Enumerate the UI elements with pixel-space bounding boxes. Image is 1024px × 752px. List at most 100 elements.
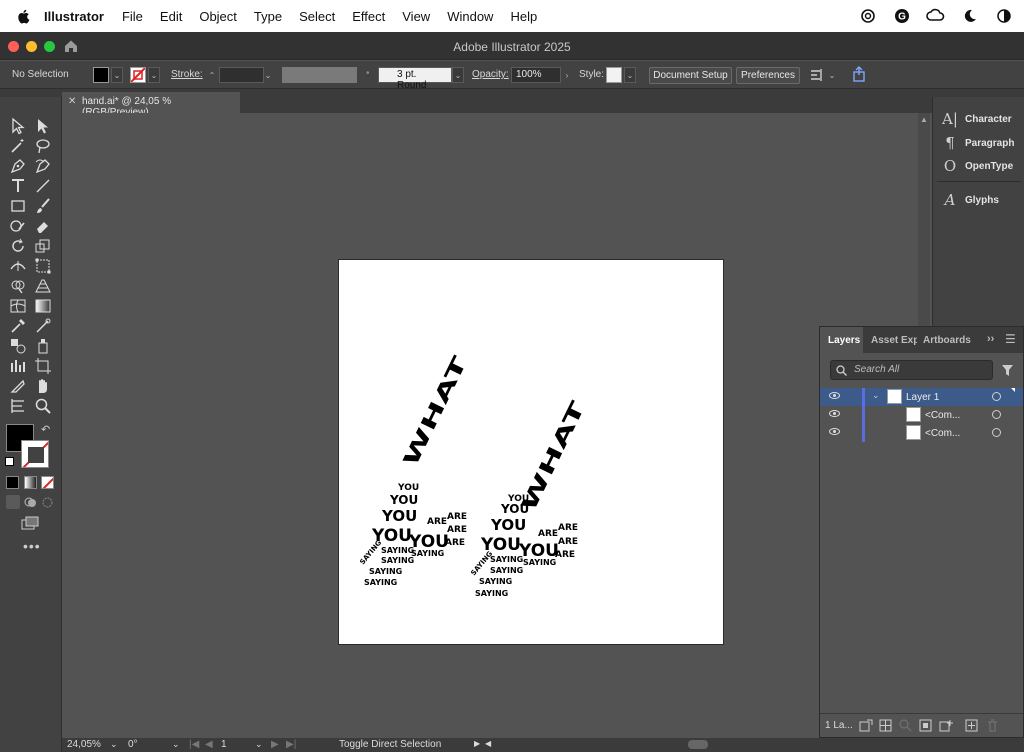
menu-view[interactable]: View <box>402 9 430 24</box>
visibility-eye-icon[interactable] <box>829 392 840 399</box>
last-artboard-icon[interactable]: ▶| <box>286 739 296 750</box>
panel-menu-icon[interactable]: ☰ <box>1005 332 1016 346</box>
layer-name[interactable]: Layer 1 <box>906 392 939 403</box>
stroke-weight-stepper[interactable]: ⌃ <box>206 67 218 83</box>
line-segment-tool-icon[interactable] <box>34 177 52 195</box>
filter-icon[interactable] <box>1001 364 1014 377</box>
brush-definition[interactable]: 3 pt. Round <box>378 67 452 91</box>
lasso-tool-icon[interactable] <box>34 137 52 155</box>
make-clipping-mask-icon[interactable] <box>919 719 932 732</box>
default-colors-icon[interactable] <box>5 457 14 466</box>
menu-file[interactable]: File <box>122 9 143 24</box>
selection-tool-icon[interactable] <box>9 117 27 135</box>
draw-normal-icon[interactable] <box>6 495 20 509</box>
target-circle-icon[interactable] <box>992 428 1001 437</box>
column-graph-tool-icon[interactable] <box>9 357 27 375</box>
menu-type[interactable]: Type <box>254 9 282 24</box>
tab-asset-export[interactable]: Asset Expo <box>871 335 917 346</box>
eraser-tool-icon[interactable] <box>34 217 52 235</box>
creative-cloud-icon[interactable] <box>926 6 946 26</box>
eyedropper-tool-icon[interactable] <box>9 317 27 335</box>
menu-window[interactable]: Window <box>447 9 493 24</box>
menu-select[interactable]: Select <box>299 9 335 24</box>
hand-tool-icon[interactable] <box>34 377 52 395</box>
arrange-dropdown[interactable]: ⌄ <box>826 67 838 83</box>
preferences-button[interactable]: Preferences <box>736 67 800 84</box>
scale-tool-icon[interactable] <box>34 237 52 255</box>
document-setup-button[interactable]: Document Setup <box>649 67 732 84</box>
share-icon[interactable] <box>851 66 867 83</box>
stroke-dropdown[interactable]: ⌄ <box>148 67 160 83</box>
sublayer-row[interactable]: <Com... <box>820 406 1023 424</box>
fill-swatch[interactable] <box>93 67 109 83</box>
glyphs-panel-button[interactable]: A Glyphs <box>941 190 999 210</box>
chevron-down-icon[interactable]: ⌄ <box>872 390 880 401</box>
search-layer-icon[interactable] <box>899 719 912 732</box>
opentype-panel-button[interactable]: O OpenType <box>941 156 1013 176</box>
new-layer-icon[interactable] <box>965 719 978 732</box>
opacity-expand[interactable]: › <box>561 67 573 83</box>
draw-inside-icon[interactable] <box>41 496 54 509</box>
edit-toolbar-icon[interactable]: ••• <box>23 538 41 554</box>
canvas-area[interactable]: WHAT YOU YOU YOU YOU YOU ARE ARE ARE ARE… <box>62 113 930 738</box>
zoom-dropdown-icon[interactable]: ⌄ <box>110 739 118 750</box>
artboard-number[interactable]: 1 <box>221 739 227 750</box>
night-mode-icon[interactable] <box>960 6 980 26</box>
shape-builder-tool-icon[interactable] <box>9 277 27 295</box>
rotate-tool-icon[interactable] <box>9 237 27 255</box>
expand-panel-icon[interactable]: ›› <box>987 333 994 345</box>
tab-artboards[interactable]: Artboards <box>923 335 971 346</box>
sublayer-name[interactable]: <Com... <box>925 410 960 421</box>
fill-dropdown[interactable]: ⌄ <box>111 67 123 83</box>
color-mode-icon[interactable] <box>6 476 19 489</box>
rectangle-tool-icon[interactable] <box>9 197 27 215</box>
collect-export-icon[interactable] <box>859 719 873 732</box>
arrange-documents-icon[interactable] <box>809 67 825 83</box>
menu-edit[interactable]: Edit <box>160 9 182 24</box>
target-circle-icon[interactable] <box>992 392 1001 401</box>
delete-layer-icon[interactable] <box>986 719 999 732</box>
measure-tool-icon[interactable] <box>34 317 52 335</box>
sublayer-row[interactable]: <Com... <box>820 424 1023 442</box>
horizontal-scroll-left-icon[interactable]: ◀ <box>485 739 491 748</box>
control-center-icon[interactable] <box>994 6 1014 26</box>
sublayer-name[interactable]: <Com... <box>925 428 960 439</box>
zoom-level[interactable]: 24,05% <box>67 739 101 750</box>
menu-help[interactable]: Help <box>510 9 537 24</box>
variable-width-profile[interactable] <box>282 67 357 83</box>
opacity-label[interactable]: Opacity: <box>472 69 509 80</box>
layers-search-input[interactable]: Search All <box>830 360 993 380</box>
swap-colors-icon[interactable]: ↶ <box>41 423 50 436</box>
paragraph-panel-button[interactable]: ¶ Paragraph <box>941 133 1014 153</box>
perspective-grid-tool-icon[interactable] <box>34 277 52 295</box>
style-swatch[interactable] <box>606 67 622 83</box>
slice-tool-icon[interactable] <box>9 377 27 395</box>
blend-tool-icon[interactable] <box>9 337 27 355</box>
zoom-tool-icon[interactable] <box>34 397 52 415</box>
target-circle-icon[interactable] <box>992 410 1001 419</box>
mesh-tool-icon[interactable] <box>9 297 27 315</box>
character-panel-button[interactable]: A| Character <box>941 109 1012 129</box>
previous-artboard-icon[interactable]: ◀ <box>205 739 213 750</box>
rotation-dropdown-icon[interactable]: ⌄ <box>172 739 180 750</box>
brush-dropdown[interactable]: ⌄ <box>452 67 464 83</box>
stroke-color-swatch[interactable] <box>21 440 49 468</box>
next-artboard-icon[interactable]: ▶ <box>271 739 279 750</box>
shaper-tool-icon[interactable] <box>9 217 27 235</box>
curvature-tool-icon[interactable] <box>34 157 52 175</box>
locate-object-icon[interactable] <box>879 719 893 732</box>
status-menu-arrow-icon[interactable]: ▶ <box>474 739 480 748</box>
new-sublayer-icon[interactable] <box>939 719 953 732</box>
grammarly-icon[interactable]: G <box>892 6 912 26</box>
stroke-swatch[interactable] <box>130 67 146 83</box>
tab-layers[interactable]: Layers <box>828 335 860 346</box>
stroke-weight-dropdown[interactable]: ⌄ <box>262 67 274 83</box>
first-artboard-icon[interactable]: |◀ <box>189 739 199 750</box>
menu-object[interactable]: Object <box>199 9 237 24</box>
opacity-field[interactable]: 100% <box>511 67 561 83</box>
artboard-dropdown-icon[interactable]: ⌄ <box>255 739 263 750</box>
app-menu[interactable]: Illustrator <box>44 9 104 24</box>
direct-selection-tool-icon[interactable] <box>34 117 52 135</box>
free-transform-tool-icon[interactable] <box>34 257 52 275</box>
chatgpt-icon[interactable] <box>858 6 878 26</box>
